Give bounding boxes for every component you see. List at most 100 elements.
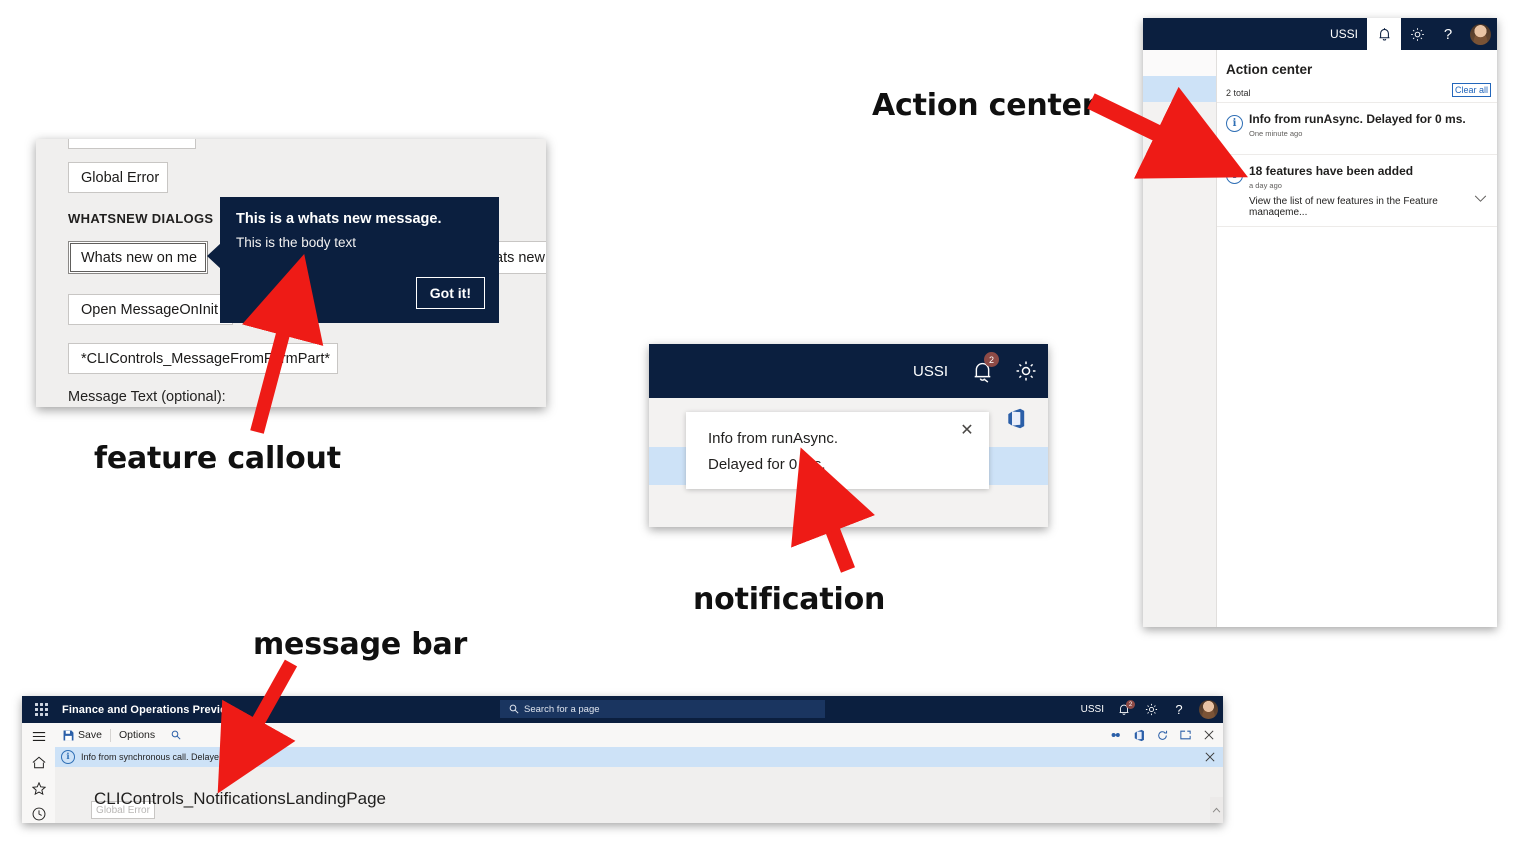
- teaching-bubble-callout: This is a whats new message. This is the…: [207, 197, 499, 323]
- info-icon: i: [1226, 115, 1243, 132]
- notification-title: Info from runAsync. Delayed for 0 ms.: [1249, 112, 1466, 126]
- notification-navbar: USSI 2: [649, 344, 1048, 398]
- strip-row-2-highlight: [1143, 76, 1216, 102]
- favorites-star-icon[interactable]: [22, 775, 55, 801]
- gear-icon[interactable]: [1137, 696, 1165, 723]
- navbar-right-group: USSI ?: [1321, 18, 1497, 50]
- message-text-label: Message Text (optional):: [68, 389, 226, 405]
- find-button[interactable]: [163, 723, 189, 747]
- chevron-down-icon[interactable]: [1474, 195, 1487, 203]
- message-bar-text: Info from synchronous call. Delayed for …: [81, 752, 262, 762]
- message-bar: i Info from synchronous call. Delayed fo…: [55, 747, 1223, 767]
- bell-icon[interactable]: [1367, 18, 1401, 50]
- background-page-strip: [1143, 50, 1216, 627]
- annotation-action-center: Action center: [872, 88, 1097, 123]
- notification-list-divider: [1217, 226, 1497, 227]
- left-navigation-rail: [22, 723, 56, 823]
- message-from-formpart-button-label: *CLIControls_MessageFromFormPart*: [81, 350, 330, 367]
- callout-body: This is the body text: [236, 235, 357, 251]
- bell-badge: 2: [1126, 700, 1135, 709]
- help-icon[interactable]: ?: [1433, 18, 1463, 50]
- help-icon[interactable]: ?: [1165, 696, 1193, 723]
- page-title: CLIControls_NotificationsLandingPage: [94, 789, 387, 808]
- whats-new-secondary-button-label: ats new: [495, 249, 545, 266]
- message-bar-navbar: Finance and Operations Preview Search fo…: [22, 696, 1223, 723]
- whatsnew-dialogs-header: WHATSNEW DIALOGS: [68, 211, 214, 226]
- app-launcher-icon[interactable]: [35, 703, 48, 716]
- bell-badge: 2: [984, 352, 999, 367]
- toast-line-2: Delayed for 0 ms.: [708, 456, 826, 473]
- company-id[interactable]: USSI: [901, 344, 960, 398]
- attach-icon[interactable]: [1105, 723, 1128, 747]
- page-content-area: Global Error CLIControls_NotificationsLa…: [55, 767, 1223, 823]
- save-button[interactable]: Save: [55, 723, 110, 747]
- got-it-button[interactable]: Got it!: [415, 277, 485, 309]
- gear-icon[interactable]: [1004, 344, 1048, 398]
- info-icon: i: [1226, 167, 1243, 184]
- action-center-total-count: 2 total: [1226, 88, 1251, 98]
- home-icon[interactable]: [22, 749, 55, 775]
- callout-title: This is a whats new message.: [236, 211, 442, 227]
- notification-title: 18 features have been added: [1249, 164, 1414, 178]
- bell-icon[interactable]: 2: [1111, 696, 1137, 723]
- search-input[interactable]: Search for a page: [500, 700, 825, 718]
- save-icon: [63, 730, 74, 741]
- message-bar-window: Finance and Operations Preview Search fo…: [22, 696, 1223, 823]
- notification-list-item[interactable]: i Info from runAsync. Delayed for 0 ms. …: [1217, 102, 1497, 154]
- info-icon: i: [61, 750, 75, 764]
- bell-icon[interactable]: 2: [960, 344, 1004, 398]
- whats-new-on-me-button[interactable]: Whats new on me: [68, 241, 208, 274]
- popout-icon[interactable]: [1174, 723, 1197, 747]
- company-id[interactable]: USSI: [1074, 696, 1111, 723]
- message-from-formpart-button[interactable]: *CLIControls_MessageFromFormPart*: [68, 343, 338, 374]
- notification-timestamp: One minute ago: [1249, 129, 1303, 138]
- hamburger-icon[interactable]: [22, 723, 55, 749]
- notification-list-item[interactable]: i 18 features have been added a day ago …: [1217, 154, 1497, 226]
- open-messageoninit-button-label: Open MessageOnInit: [81, 301, 219, 318]
- global-error-button-label: Global Error: [81, 169, 160, 186]
- notification-description: View the list of new features in the Fea…: [1249, 196, 1438, 218]
- search-icon: [509, 704, 519, 714]
- close-icon[interactable]: ✕: [959, 422, 975, 438]
- whats-new-on-me-button-label: Whats new on me: [81, 249, 198, 266]
- office-icon[interactable]: [1007, 408, 1026, 429]
- feature-callout-window: Global Error WHATSNEW DIALOGS ats new Wh…: [36, 139, 546, 407]
- notification-toast-popup: Info from runAsync. Delayed for 0 ms. ✕: [686, 412, 989, 489]
- open-messageoninit-button[interactable]: Open MessageOnInit: [68, 294, 233, 325]
- navbar-right-group: USSI 2 ?: [1074, 696, 1223, 723]
- options-label: Options: [118, 729, 156, 741]
- search-placeholder: Search for a page: [524, 703, 600, 715]
- partial-button-top[interactable]: [68, 139, 196, 149]
- action-center-body: Action center 2 total Clear all i Info f…: [1143, 50, 1497, 627]
- action-center-panel: Action center 2 total Clear all i Info f…: [1216, 50, 1497, 627]
- page-row-bottom: [649, 485, 1048, 527]
- global-error-button[interactable]: Global Error: [68, 162, 168, 193]
- annotation-notification: notification: [693, 582, 886, 617]
- action-pane-toolbar: Save Options: [55, 723, 1223, 748]
- action-center-window: USSI ? Action center 2 total Clear all i…: [1143, 18, 1497, 627]
- office-icon[interactable]: [1128, 723, 1151, 747]
- avatar[interactable]: [1193, 696, 1223, 723]
- search-icon: [171, 730, 181, 740]
- action-center-title: Action center: [1226, 62, 1313, 77]
- company-id[interactable]: USSI: [1321, 18, 1367, 50]
- recent-clock-icon[interactable]: [22, 801, 55, 823]
- notification-timestamp: a day ago: [1249, 181, 1282, 190]
- close-icon[interactable]: [1197, 723, 1220, 747]
- close-icon[interactable]: [1205, 752, 1215, 762]
- scroll-up-icon[interactable]: [1210, 797, 1223, 823]
- notification-toast-window: USSI 2 Info from runAsync. Delayed for 0…: [649, 344, 1048, 527]
- navbar-right-group: USSI 2: [901, 344, 1048, 398]
- refresh-icon[interactable]: [1151, 723, 1174, 747]
- options-button[interactable]: Options: [111, 723, 163, 747]
- clear-all-button[interactable]: Clear all: [1451, 83, 1491, 97]
- toolbar-right-icons: [1105, 723, 1223, 747]
- toast-line-1: Info from runAsync.: [708, 430, 839, 447]
- save-label: Save: [78, 729, 102, 741]
- annotation-feature-callout: feature callout: [94, 441, 341, 476]
- gear-icon[interactable]: [1401, 18, 1433, 50]
- callout-beak: [207, 243, 221, 269]
- annotation-message-bar: message bar: [253, 627, 468, 662]
- app-title: Finance and Operations Preview: [62, 703, 235, 716]
- avatar[interactable]: [1463, 18, 1497, 50]
